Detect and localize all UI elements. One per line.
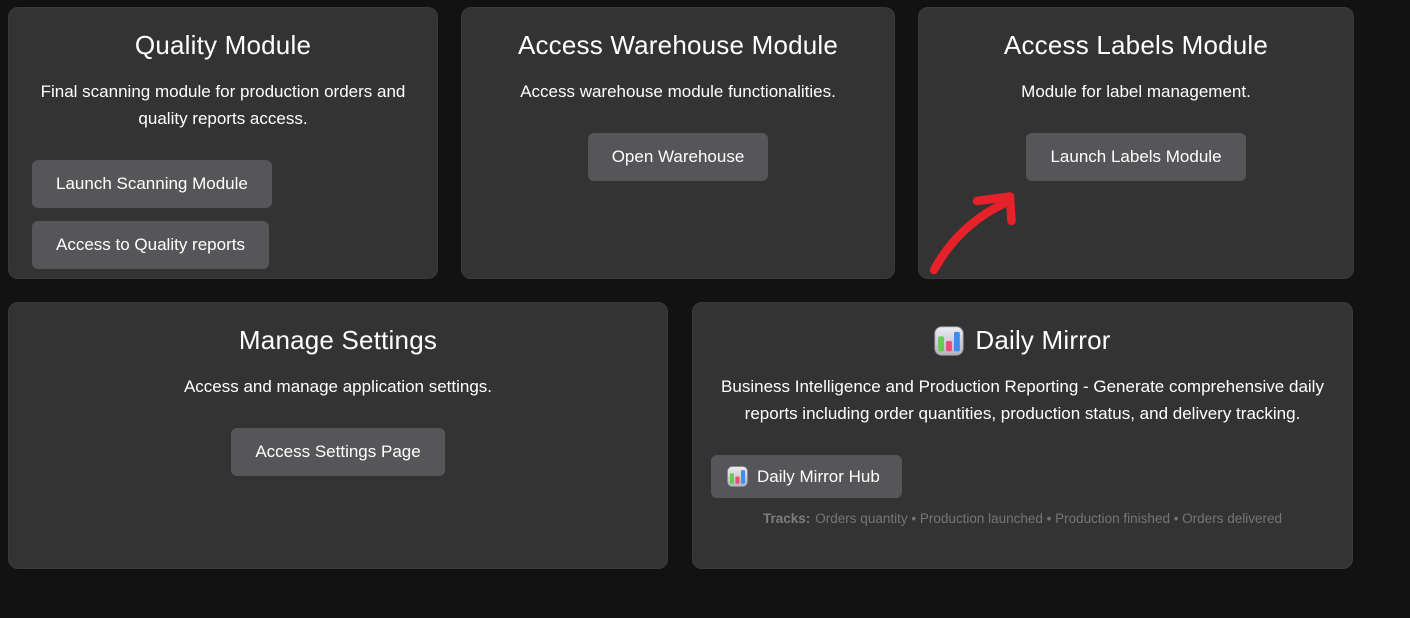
daily-mirror-tracks-line: Tracks: Orders quantity • Production laun… xyxy=(709,511,1336,526)
bar-chart-icon xyxy=(727,466,748,487)
bottom-card-row: Manage Settings Access and manage applic… xyxy=(8,302,1354,569)
quality-module-buttons: Launch Scanning Module Access to Quality… xyxy=(32,160,421,269)
manage-settings-description: Access and manage application settings. xyxy=(25,373,651,400)
manage-settings-card: Manage Settings Access and manage applic… xyxy=(8,302,668,569)
labels-module-card: Access Labels Module Module for label ma… xyxy=(918,7,1354,279)
modules-dashboard: Quality Module Final scanning module for… xyxy=(0,0,1410,618)
warehouse-module-description: Access warehouse module functionalities. xyxy=(478,78,878,105)
daily-mirror-title-row: Daily Mirror xyxy=(709,325,1336,356)
launch-scanning-module-button[interactable]: Launch Scanning Module xyxy=(32,160,272,208)
daily-mirror-card: Daily Mirror Business Intelligence and P… xyxy=(692,302,1353,569)
manage-settings-title: Manage Settings xyxy=(25,325,651,356)
labels-module-buttons: Launch Labels Module xyxy=(935,133,1337,181)
daily-mirror-title: Daily Mirror xyxy=(975,325,1110,356)
daily-mirror-description: Business Intelligence and Production Rep… xyxy=(709,373,1336,427)
top-card-row: Quality Module Final scanning module for… xyxy=(8,7,1354,279)
quality-module-card: Quality Module Final scanning module for… xyxy=(8,7,438,279)
labels-module-description: Module for label management. xyxy=(935,78,1337,105)
card-grid: Quality Module Final scanning module for… xyxy=(8,7,1354,569)
bar-chart-icon xyxy=(934,326,964,356)
daily-mirror-buttons: Daily Mirror Hub xyxy=(711,455,1336,498)
daily-mirror-hub-button-label: Daily Mirror Hub xyxy=(757,467,880,487)
manage-settings-buttons: Access Settings Page xyxy=(25,428,651,476)
warehouse-module-card: Access Warehouse Module Access warehouse… xyxy=(461,7,895,279)
tracks-items: Orders quantity • Production launched • … xyxy=(815,511,1282,526)
quality-module-description: Final scanning module for production ord… xyxy=(25,78,421,132)
warehouse-module-buttons: Open Warehouse xyxy=(478,133,878,181)
launch-labels-module-button[interactable]: Launch Labels Module xyxy=(1026,133,1245,181)
open-warehouse-button[interactable]: Open Warehouse xyxy=(588,133,769,181)
labels-module-title: Access Labels Module xyxy=(935,30,1337,61)
tracks-label: Tracks: xyxy=(763,511,810,526)
access-quality-reports-button[interactable]: Access to Quality reports xyxy=(32,221,269,269)
daily-mirror-hub-button[interactable]: Daily Mirror Hub xyxy=(711,455,902,498)
warehouse-module-title: Access Warehouse Module xyxy=(478,30,878,61)
access-settings-page-button[interactable]: Access Settings Page xyxy=(231,428,444,476)
quality-module-title: Quality Module xyxy=(25,30,421,61)
